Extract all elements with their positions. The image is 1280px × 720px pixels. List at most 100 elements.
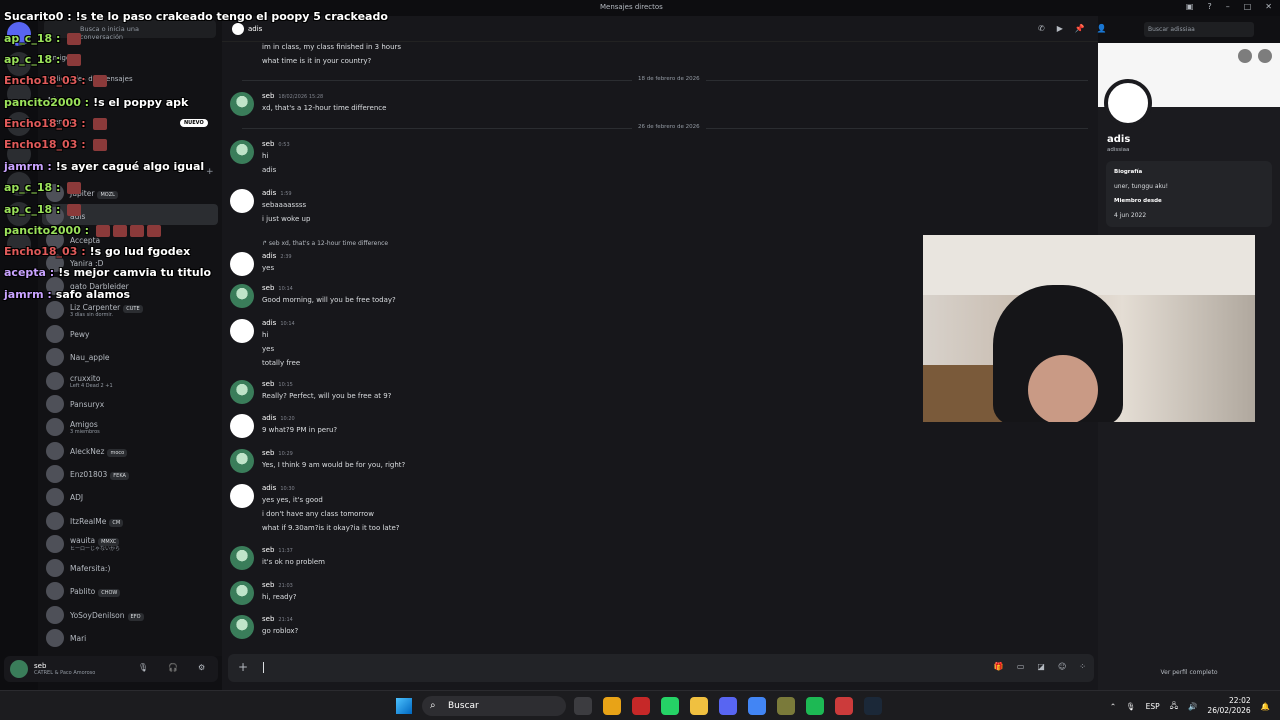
emoji-icon[interactable]: ☺	[1058, 662, 1066, 671]
dm-item[interactable]: Pansuryx	[46, 393, 104, 415]
message-line: Really? Perfect, will you be free at 9?	[262, 392, 392, 400]
emote-icon	[147, 225, 162, 237]
message-author[interactable]: adis 10:20	[262, 414, 295, 422]
network-icon[interactable]: 🖧	[1170, 700, 1178, 713]
message-author[interactable]: adis 10:30	[262, 484, 295, 492]
message-composer[interactable]: + 🎁 ▭ ◪ ☺ ⁘	[228, 654, 1094, 682]
minimize-icon[interactable]: –	[1226, 2, 1230, 11]
message-author[interactable]: seb 18/02/2026 15:28	[262, 92, 323, 100]
more-icon[interactable]	[1258, 49, 1272, 63]
add-friend-icon[interactable]	[1238, 49, 1252, 63]
sticker-icon[interactable]: ◪	[1037, 662, 1045, 671]
gif-icon[interactable]: ▭	[1017, 662, 1025, 671]
notification-icon[interactable]: 🔔	[1261, 702, 1270, 711]
member-since-date: 4 jun 2022	[1114, 212, 1147, 219]
avatar	[46, 512, 64, 530]
inbox-icon[interactable]: ▣	[1186, 2, 1194, 11]
message-author[interactable]: adis 2:39	[262, 252, 292, 260]
microphone-icon[interactable]: 🎙	[138, 663, 148, 672]
message-line: it's ok no problem	[262, 558, 325, 566]
avatar[interactable]	[230, 92, 254, 116]
bio-text: uner, tunggu aku!	[1114, 183, 1169, 190]
taskbar-app-icon[interactable]	[777, 697, 795, 715]
taskbar-app-icon[interactable]	[719, 697, 737, 715]
avatar[interactable]	[230, 189, 254, 213]
stream-chat-user: Encho18_03 :	[4, 74, 86, 87]
avatar[interactable]	[230, 581, 254, 605]
chat-search-input[interactable]: Buscar adissiaa	[1144, 22, 1254, 37]
message-author[interactable]: seb 10:29	[262, 449, 293, 457]
dm-item[interactable]: Liz Carpenter CUTE 3 días sin dormir.	[46, 299, 143, 321]
date-divider: 18 de febrero de 2026	[242, 76, 1088, 82]
dm-item[interactable]: Pablito CHOW	[46, 580, 121, 602]
stream-chat-user: jamrm :	[4, 160, 52, 173]
taskbar-app-icon[interactable]	[835, 697, 853, 715]
dm-item[interactable]: ADJ	[46, 486, 83, 508]
help-icon[interactable]: ?	[1207, 2, 1211, 11]
windows-start-icon[interactable]	[396, 698, 412, 714]
dm-item[interactable]: Mafersita:)	[46, 557, 110, 579]
view-full-profile-link[interactable]: Ver perfil completo	[1098, 669, 1280, 676]
message-author[interactable]: adis 10:14	[262, 319, 295, 327]
taskbar-app-icon[interactable]	[574, 697, 592, 715]
message-author[interactable]: adis 1:59	[262, 189, 292, 197]
dm-item[interactable]: AleckNez moco	[46, 440, 128, 462]
dm-item[interactable]: Amigos 3 miembros	[46, 416, 100, 438]
dm-item[interactable]: Pewy	[46, 323, 89, 345]
taskbar-app-icon[interactable]	[748, 697, 766, 715]
attach-icon[interactable]: +	[238, 660, 248, 674]
taskbar-app-icon[interactable]	[806, 697, 824, 715]
clock[interactable]: 22:02 26/02/2026	[1207, 696, 1250, 716]
new-dm-icon[interactable]: +	[206, 167, 214, 177]
apps-icon[interactable]: ⁘	[1079, 662, 1086, 671]
close-icon[interactable]: ✕	[1265, 2, 1272, 11]
avatar[interactable]	[230, 414, 254, 438]
avatar[interactable]	[230, 380, 254, 404]
taskbar-app-icon[interactable]	[603, 697, 621, 715]
message-line: totally free	[262, 359, 301, 367]
avatar[interactable]	[230, 140, 254, 164]
video-icon[interactable]: ▶	[1057, 24, 1063, 33]
avatar[interactable]	[230, 546, 254, 570]
chevron-up-icon[interactable]: ⌃	[1110, 702, 1116, 711]
dm-item[interactable]: wauita MMXC ヒーローじゃないから	[46, 533, 120, 555]
avatar[interactable]	[230, 252, 254, 276]
message-author[interactable]: seb 21:03	[262, 581, 293, 589]
reply-preview[interactable]: ↱ seb xd, that's a 12-hour time differen…	[262, 240, 388, 247]
microphone-icon[interactable]: 🎙	[1126, 702, 1136, 711]
headphones-icon[interactable]: 🎧	[168, 663, 178, 672]
avatar[interactable]	[230, 319, 254, 343]
call-icon[interactable]: ✆	[1038, 24, 1045, 33]
emote-icon	[67, 182, 82, 194]
dm-item[interactable]: YoSoyDenilson EFO	[46, 604, 144, 626]
settings-icon[interactable]: ⚙	[198, 663, 205, 672]
taskbar-search[interactable]: ⌕ Buscar	[422, 696, 566, 716]
maximize-icon[interactable]: □	[1244, 2, 1252, 11]
avatar[interactable]	[10, 660, 28, 678]
taskbar-app-icon[interactable]	[661, 697, 679, 715]
dm-item[interactable]: Enz01803 FEKA	[46, 463, 129, 485]
language-indicator[interactable]: ESP	[1146, 702, 1160, 711]
volume-icon[interactable]: 🔊	[1188, 702, 1197, 711]
pin-icon[interactable]: 📌	[1075, 24, 1085, 33]
taskbar-app-icon[interactable]	[690, 697, 708, 715]
avatar[interactable]	[230, 484, 254, 508]
avatar[interactable]	[230, 449, 254, 473]
add-friend-icon[interactable]: 👤	[1097, 24, 1107, 33]
dm-item[interactable]: ItzRealMe CM	[46, 510, 124, 532]
message-author[interactable]: seb 0:53	[262, 140, 290, 148]
message-author[interactable]: seb 10:15	[262, 380, 293, 388]
gift-icon[interactable]: 🎁	[994, 662, 1004, 671]
dm-item[interactable]: cruxxito Left 4 Dead 2 +1	[46, 370, 113, 392]
dm-item[interactable]: Mari	[46, 627, 86, 649]
message-author[interactable]: seb 21:14	[262, 615, 293, 623]
taskbar-app-icon[interactable]	[632, 697, 650, 715]
dm-item[interactable]: Nau_apple	[46, 346, 110, 368]
taskbar-app-icon[interactable]	[864, 697, 882, 715]
message-author[interactable]: seb 10:14	[262, 284, 293, 292]
avatar[interactable]	[230, 615, 254, 639]
profile-card: Biografía uner, tunggu aku! Miembro desd…	[1106, 161, 1272, 227]
avatar[interactable]	[230, 284, 254, 308]
message-timestamp: 10:14	[280, 321, 295, 327]
message-author[interactable]: seb 11:37	[262, 546, 293, 554]
